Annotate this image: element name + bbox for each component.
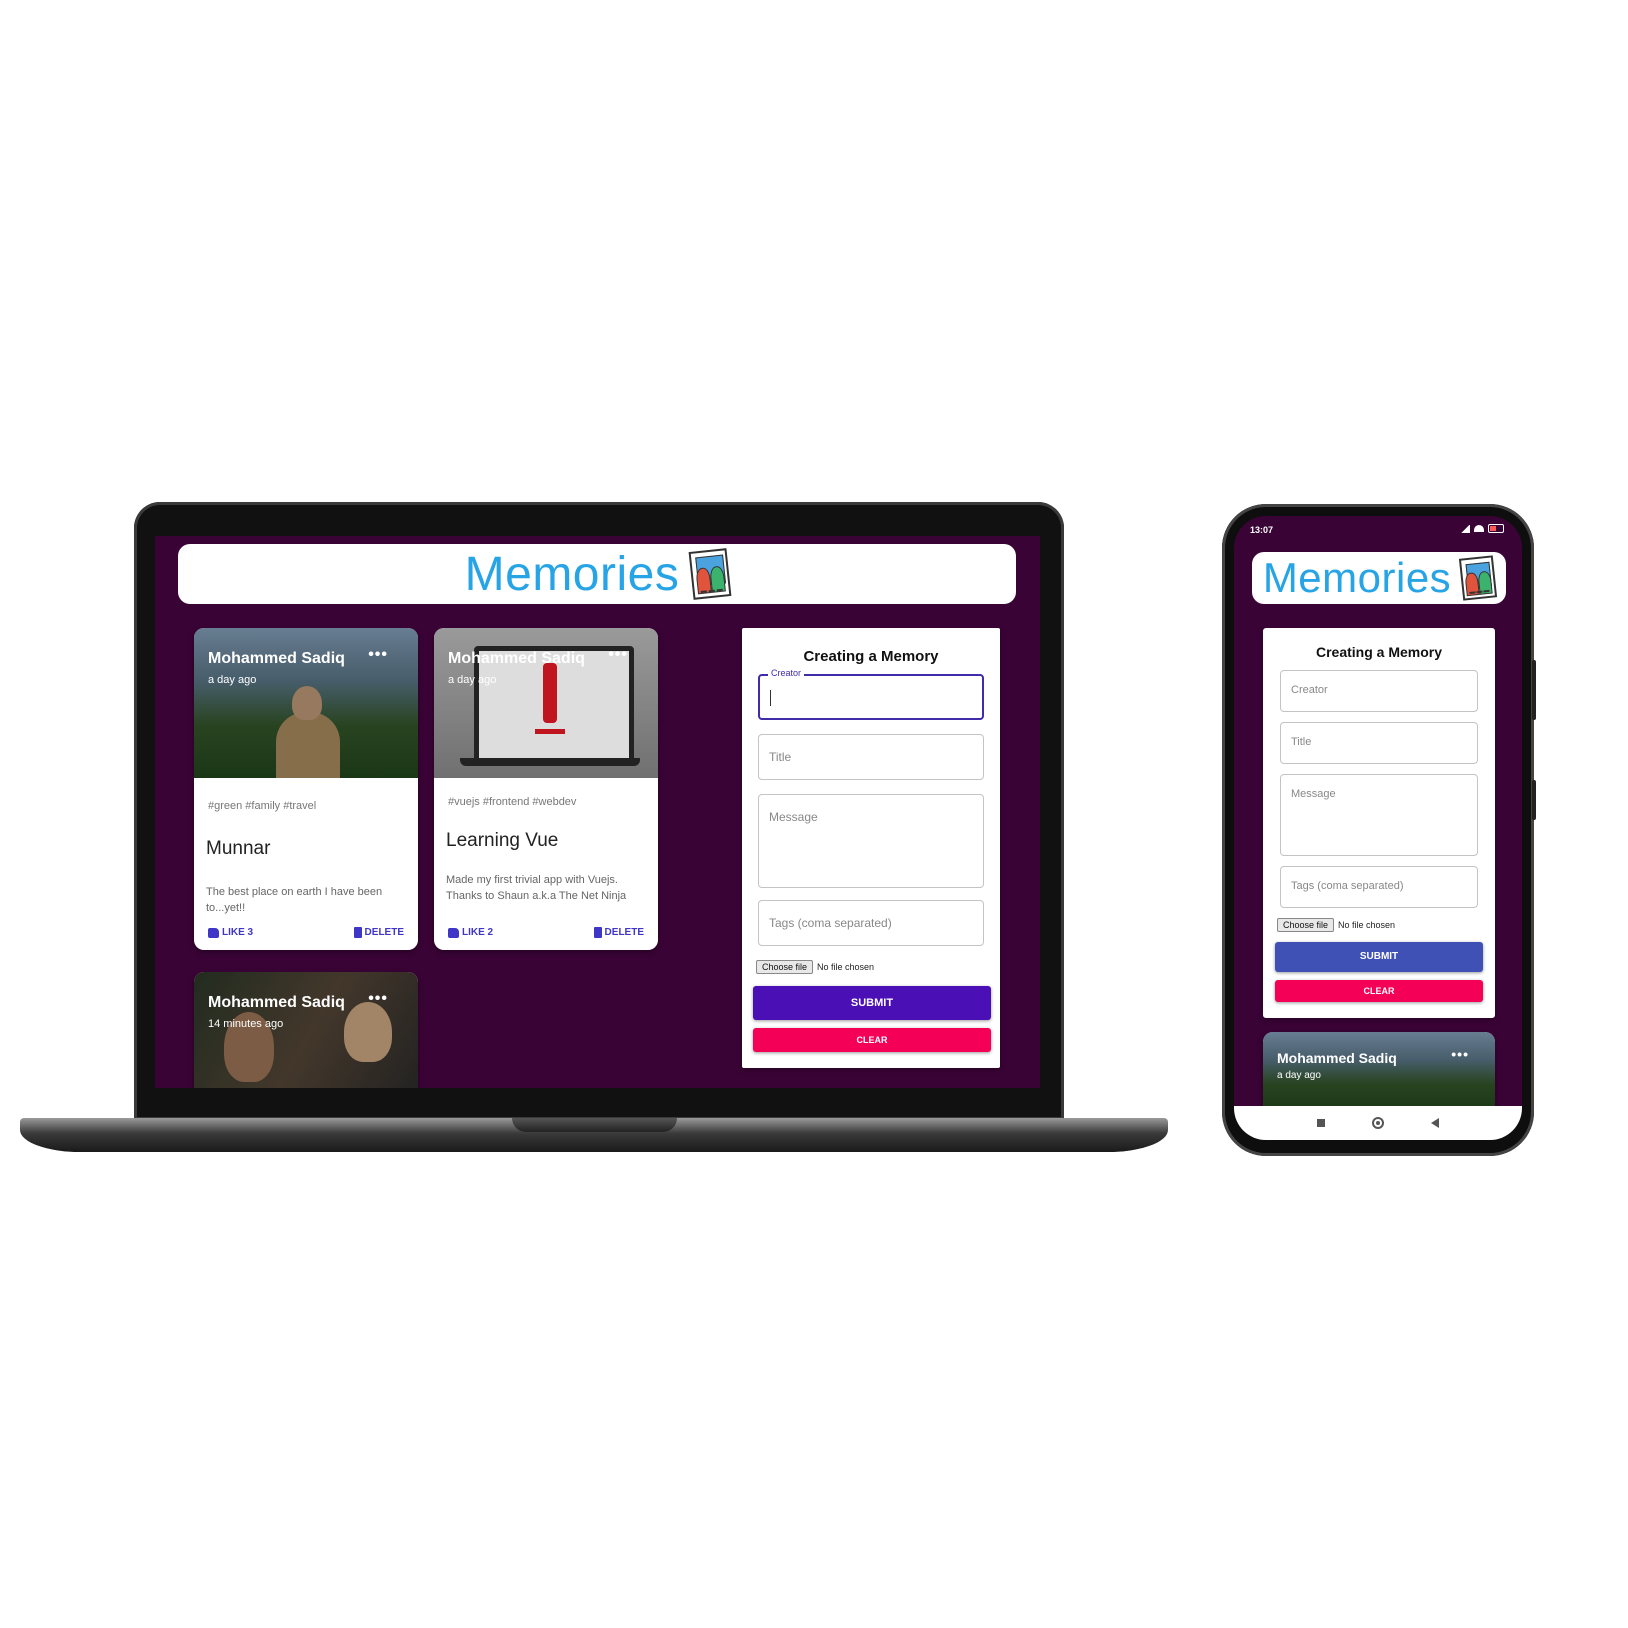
like-label: LIKE 3 (222, 927, 254, 938)
clear-button[interactable]: CLEAR (1275, 980, 1483, 1002)
brand-title: Memories (464, 547, 680, 601)
post-image: Mohammed Sadiq 14 minutes ago ••• (194, 972, 418, 1088)
post-image: Mohammed Sadiq a day ago ••• (194, 628, 418, 778)
message-field[interactable]: Message (1280, 774, 1478, 856)
photo-memories-icon (688, 548, 732, 600)
post-creator: Mohammed Sadiq (1277, 1050, 1397, 1066)
post-title: Learning Vue (446, 830, 559, 851)
creator-label: Creator (768, 668, 805, 678)
more-options-icon[interactable]: ••• (1451, 1046, 1469, 1062)
status-time: 13:07 (1250, 525, 1274, 535)
post-card: Mohammed Sadiq 14 minutes ago ••• (194, 972, 418, 1088)
title-field[interactable]: Title (758, 734, 984, 780)
text-caret (770, 690, 771, 706)
trash-icon (593, 927, 602, 938)
post-tags: #green #family #travel (208, 800, 317, 812)
back-icon[interactable] (1430, 1118, 1439, 1128)
delete-button[interactable]: DELETE (593, 927, 644, 938)
message-field[interactable]: Message (758, 794, 984, 888)
post-creator: Mohammed Sadiq (208, 650, 345, 667)
creator-placeholder: Creator (1291, 684, 1328, 696)
battery-icon (1488, 524, 1504, 533)
phone-side-button (1532, 660, 1536, 720)
phone-side-button (1532, 780, 1536, 820)
creator-field[interactable]: Creator (1280, 670, 1478, 712)
post-time: a day ago (1277, 1070, 1321, 1081)
choose-file-button[interactable]: Choose file (756, 960, 814, 974)
trash-icon (353, 927, 362, 938)
signal-icon (1460, 524, 1470, 533)
thumb-up-icon (448, 927, 459, 938)
post-time: a day ago (448, 674, 497, 686)
post-image: Mohammed Sadiq a day ago ••• (434, 628, 658, 778)
message-placeholder: Message (1291, 788, 1336, 800)
choose-file-button[interactable]: Choose file (1277, 918, 1335, 932)
memory-form: Creating a Memory Creator Title Message … (742, 628, 1000, 1068)
file-status: No file chosen (817, 962, 875, 972)
file-input: Choose file No file chosen (756, 960, 874, 974)
brand-title: Memories (1262, 554, 1452, 601)
like-label: LIKE 2 (462, 927, 494, 938)
post-card: Mohammed Sadiq a day ago ••• #vuejs #fro… (434, 628, 658, 950)
clear-button[interactable]: CLEAR (753, 1028, 991, 1052)
home-icon[interactable] (1371, 1117, 1384, 1129)
creator-field[interactable]: Creator (758, 668, 984, 720)
submit-button[interactable]: SUBMIT (1275, 942, 1483, 972)
title-placeholder: Title (769, 750, 792, 764)
wifi-icon (1474, 525, 1484, 532)
laptop-screen: Memories Mohammed Sadiq a day ago ••• #g… (155, 536, 1040, 1088)
post-card: Mohammed Sadiq a day ago ••• #green #fam… (194, 628, 418, 950)
more-options-icon[interactable]: ••• (368, 990, 388, 1008)
delete-label: DELETE (364, 927, 404, 938)
thumb-up-icon (208, 927, 219, 938)
more-options-icon[interactable]: ••• (368, 646, 388, 664)
submit-button[interactable]: SUBMIT (753, 986, 991, 1020)
form-title: Creating a Memory (803, 648, 939, 665)
post-creator: Mohammed Sadiq (448, 650, 585, 667)
tags-placeholder: Tags (coma separated) (1291, 880, 1404, 892)
laptop-notch (512, 1118, 677, 1132)
status-icons (1460, 524, 1504, 533)
post-time: 14 minutes ago (208, 1018, 284, 1030)
post-title: Munnar (206, 838, 271, 859)
app-header: Memories (1252, 552, 1506, 604)
more-options-icon[interactable]: ••• (608, 646, 628, 664)
file-input: Choose file No file chosen (1277, 918, 1395, 932)
like-button[interactable]: LIKE 3 (208, 927, 253, 938)
post-time: a day ago (208, 674, 257, 686)
tags-field[interactable]: Tags (coma separated) (1280, 866, 1478, 908)
like-button[interactable]: LIKE 2 (448, 927, 493, 938)
post-creator: Mohammed Sadiq (208, 994, 345, 1011)
recents-icon[interactable] (1317, 1119, 1326, 1127)
form-title: Creating a Memory (1315, 644, 1443, 660)
delete-label: DELETE (604, 927, 644, 938)
app-header: Memories (178, 544, 1016, 604)
title-field[interactable]: Title (1280, 722, 1478, 764)
photo-memories-icon (1459, 555, 1498, 601)
post-card: Mohammed Sadiq a day ago ••• (1263, 1032, 1495, 1112)
message-placeholder: Message (769, 810, 818, 824)
android-nav-bar (1234, 1106, 1522, 1140)
post-message: Made my first trivial app with Vuejs. Th… (446, 874, 627, 902)
post-tags: #vuejs #frontend #webdev (448, 796, 577, 808)
post-image: Mohammed Sadiq a day ago ••• (1263, 1032, 1495, 1112)
file-status: No file chosen (1338, 920, 1396, 930)
tags-placeholder: Tags (coma separated) (769, 916, 892, 930)
post-message: The best place on earth I have been to..… (206, 886, 383, 914)
delete-button[interactable]: DELETE (353, 927, 404, 938)
phone-screen: 13:07 Memories Creating a Memory Creator… (1234, 516, 1522, 1140)
tags-field[interactable]: Tags (coma separated) (758, 900, 984, 946)
title-placeholder: Title (1291, 736, 1312, 748)
status-bar: 13:07 (1234, 516, 1522, 544)
memory-form: Creating a Memory Creator Title Message … (1263, 628, 1495, 1018)
